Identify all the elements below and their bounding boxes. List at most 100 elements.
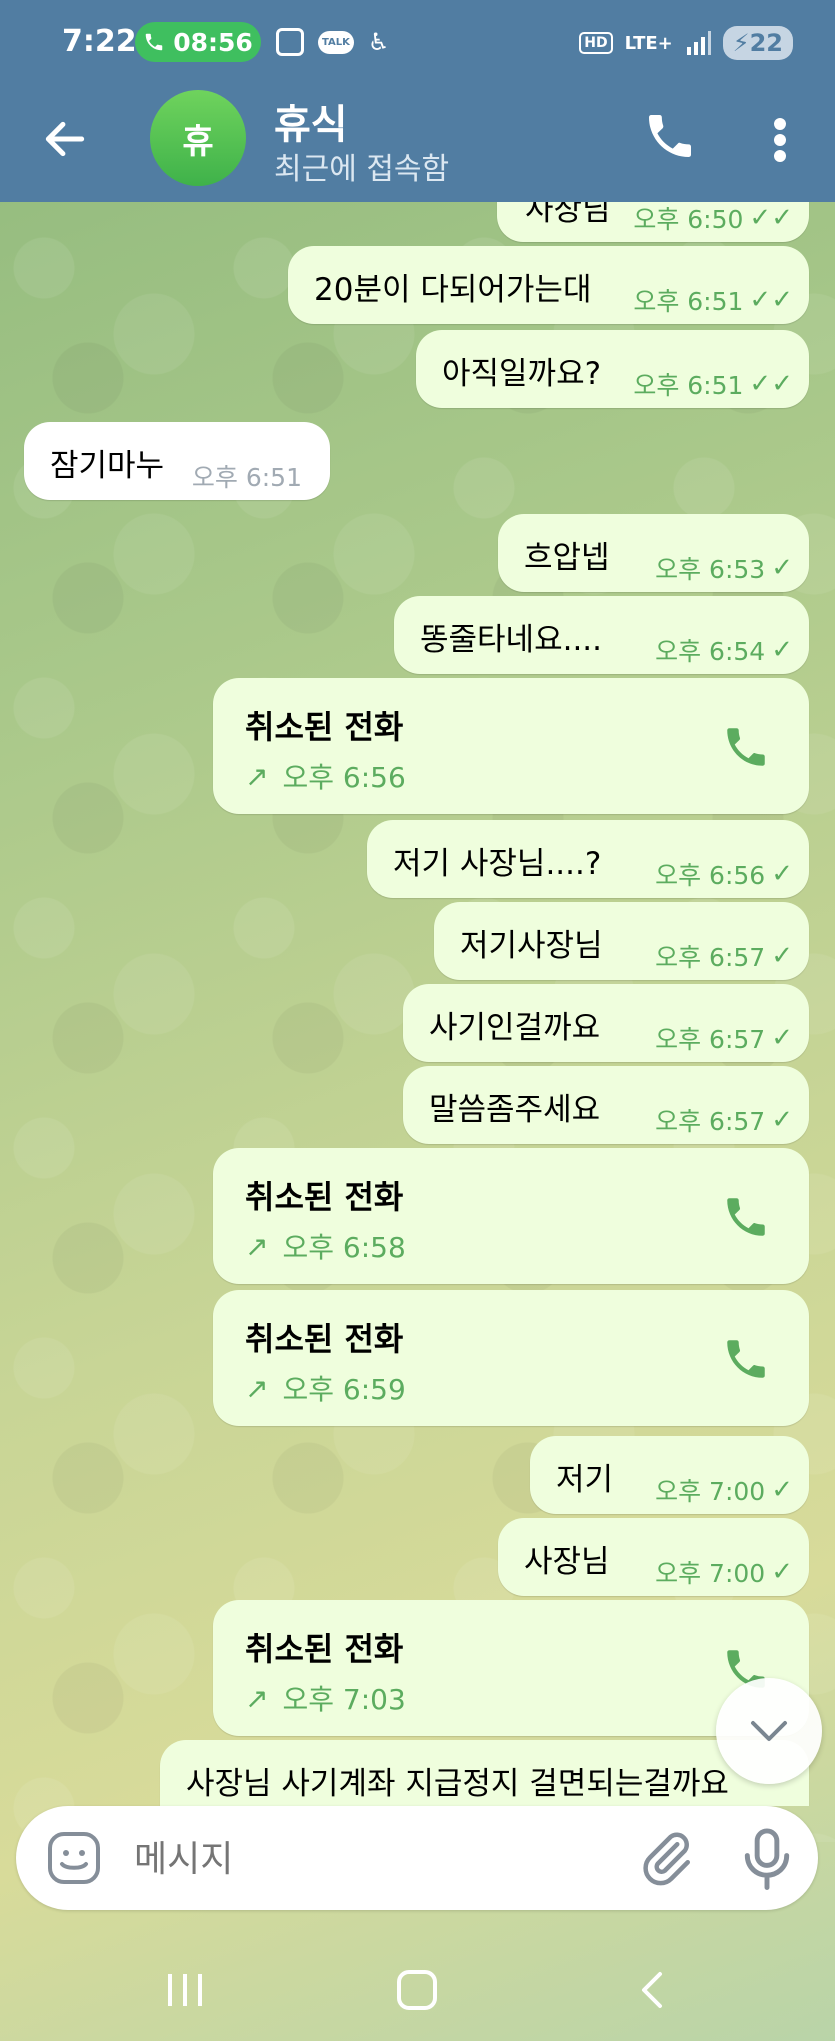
message-time: 오후 6:54 bbox=[655, 637, 766, 666]
read-check-icon: ✓✓ bbox=[749, 285, 793, 315]
message-composer bbox=[16, 1806, 818, 1910]
chat-header: 휴 휴식 최근에 접속함 bbox=[0, 88, 835, 202]
message-input[interactable] bbox=[132, 1830, 616, 1888]
microphone-icon[interactable] bbox=[742, 1826, 792, 1890]
call-meta: ↗ 오후 6:58 bbox=[245, 1226, 406, 1266]
call-duration: 08:56 bbox=[173, 27, 253, 57]
phone-icon[interactable] bbox=[721, 722, 771, 772]
home-button[interactable] bbox=[397, 1970, 437, 2010]
outgoing-arrow-icon: ↗ bbox=[245, 759, 269, 793]
message-time: 오후 7:00 bbox=[655, 1559, 766, 1588]
message-bubble[interactable]: 사장님 오후 7:00 ✓ bbox=[498, 1518, 809, 1596]
message-meta: 오후 6:56 ✓ bbox=[655, 856, 793, 892]
status-bar: 7:22 08:56 TALK ♿ HD LTE+ ⚡22 bbox=[0, 0, 835, 88]
contact-name[interactable]: 휴식 bbox=[274, 92, 348, 150]
message-bubble[interactable]: 사장님 오후 6:50 ✓✓ bbox=[497, 202, 809, 242]
sent-check-icon: ✓ bbox=[771, 1475, 793, 1505]
system-status: HD LTE+ ⚡22 bbox=[579, 26, 793, 60]
network-type: LTE+ bbox=[624, 32, 673, 54]
call-time: 오후 7:03 bbox=[282, 1683, 406, 1716]
sent-check-icon: ✓ bbox=[771, 941, 793, 971]
top-bar: 7:22 08:56 TALK ♿ HD LTE+ ⚡22 휴 휴식 최근에 접… bbox=[0, 0, 835, 202]
screenshot-icon bbox=[276, 28, 304, 56]
message-time: 오후 6:51 bbox=[633, 287, 744, 316]
message-time: 오후 6:51 bbox=[191, 463, 302, 492]
call-title: 취소된 전화 bbox=[245, 1178, 404, 1216]
message-bubble[interactable]: 저기사장님 오후 6:57 ✓ bbox=[434, 902, 809, 980]
call-button[interactable] bbox=[642, 108, 698, 164]
message-bubble[interactable]: 저기 사장님....? 오후 6:56 ✓ bbox=[367, 820, 809, 898]
message-text: 사장님 bbox=[525, 202, 611, 228]
message-text: 사장님 사기계좌 지급정지 걸면되는걸까요 bbox=[186, 1766, 729, 1802]
phone-icon bbox=[145, 33, 163, 51]
message-text: 저기사장님 bbox=[460, 928, 603, 964]
message-text: 저기 사장님....? bbox=[393, 846, 602, 882]
notification-icons: TALK ♿ bbox=[276, 28, 389, 56]
message-meta: 오후 6:51 ✓✓ bbox=[633, 282, 793, 318]
read-check-icon: ✓✓ bbox=[749, 203, 793, 233]
signal-icon bbox=[686, 31, 711, 55]
back-arrow-icon[interactable] bbox=[40, 114, 90, 164]
message-time: 오후 6:57 bbox=[655, 1025, 766, 1054]
message-meta: 오후 6:51 ✓✓ bbox=[633, 366, 793, 402]
message-bubble[interactable]: 사기인걸까요 오후 6:57 ✓ bbox=[403, 984, 809, 1062]
call-bubble[interactable]: 취소된 전화 ↗ 오후 6:59 bbox=[213, 1290, 809, 1426]
message-bubble[interactable]: 아직일까요? 오후 6:51 ✓✓ bbox=[416, 330, 809, 408]
ongoing-call-pill[interactable]: 08:56 bbox=[135, 22, 261, 62]
message-time: 오후 6:57 bbox=[655, 1107, 766, 1136]
read-check-icon: ✓✓ bbox=[749, 369, 793, 399]
message-text: 사장님 bbox=[524, 1544, 610, 1580]
message-text: 말씀좀주세요 bbox=[429, 1092, 601, 1128]
message-meta: 오후 6:50 ✓✓ bbox=[633, 202, 793, 236]
outgoing-arrow-icon: ↗ bbox=[245, 1371, 269, 1405]
system-navigation-bar bbox=[0, 1930, 835, 2041]
message-bubble[interactable]: 말씀좀주세요 오후 6:57 ✓ bbox=[403, 1066, 809, 1144]
call-meta: ↗ 오후 6:59 bbox=[245, 1368, 406, 1408]
call-title: 취소된 전화 bbox=[245, 1320, 404, 1358]
sent-check-icon: ✓ bbox=[771, 859, 793, 889]
message-bubble[interactable]: 똥줄타네요.... 오후 6:54 ✓ bbox=[394, 596, 809, 674]
message-bubble[interactable]: 흐압넵 오후 6:53 ✓ bbox=[498, 514, 809, 592]
recent-apps-button[interactable] bbox=[166, 1972, 204, 2008]
message-text: 똥줄타네요.... bbox=[420, 622, 603, 658]
message-time: 오후 6:56 bbox=[655, 861, 766, 890]
call-time: 오후 6:58 bbox=[282, 1231, 406, 1264]
attach-icon[interactable] bbox=[636, 1828, 696, 1888]
outgoing-arrow-icon: ↗ bbox=[245, 1229, 269, 1263]
message-meta: 오후 6:57 ✓ bbox=[655, 1102, 793, 1138]
avatar-letter: 휴 bbox=[182, 121, 214, 162]
emoji-sticker-icon[interactable] bbox=[46, 1830, 102, 1886]
message-text: 흐압넵 bbox=[524, 540, 610, 576]
sent-check-icon: ✓ bbox=[771, 553, 793, 583]
message-text: 20분이 다되어가는대 bbox=[314, 272, 592, 308]
battery-percent: 22 bbox=[749, 29, 783, 57]
outgoing-arrow-icon: ↗ bbox=[245, 1681, 269, 1715]
chevron-down-icon bbox=[751, 1721, 787, 1741]
accessibility-icon: ♿ bbox=[367, 28, 390, 56]
avatar[interactable]: 휴 bbox=[150, 90, 246, 186]
message-bubble-incoming[interactable]: 잠기마누 오후 6:51 bbox=[24, 422, 330, 500]
call-bubble[interactable]: 취소된 전화 ↗ 오후 6:56 bbox=[213, 678, 809, 814]
scroll-down-button[interactable] bbox=[716, 1678, 822, 1784]
talk-icon: TALK bbox=[318, 30, 354, 54]
message-time: 오후 6:50 bbox=[633, 205, 744, 234]
nav-back-button[interactable] bbox=[636, 1970, 666, 2010]
message-bubble[interactable]: 20분이 다되어가는대 오후 6:51 ✓✓ bbox=[288, 246, 809, 324]
message-bubble[interactable]: 사장님 사기계좌 지급정지 걸면되는걸까요 bbox=[160, 1740, 809, 1806]
more-options-icon[interactable] bbox=[768, 116, 792, 164]
phone-icon[interactable] bbox=[721, 1192, 771, 1242]
call-time: 오후 6:56 bbox=[282, 761, 406, 794]
call-bubble[interactable]: 취소된 전화 ↗ 오후 6:58 bbox=[213, 1148, 809, 1284]
call-time: 오후 6:59 bbox=[282, 1373, 406, 1406]
message-time: 오후 6:57 bbox=[655, 943, 766, 972]
message-text: 잠기마누 bbox=[50, 448, 165, 484]
message-text: 저기 bbox=[556, 1462, 614, 1498]
message-time: 오후 7:00 bbox=[655, 1477, 766, 1506]
message-meta: 오후 6:57 ✓ bbox=[655, 938, 793, 974]
call-title: 취소된 전화 bbox=[245, 708, 404, 746]
message-bubble[interactable]: 저기 오후 7:00 ✓ bbox=[530, 1436, 809, 1514]
phone-icon[interactable] bbox=[721, 1334, 771, 1384]
contact-status: 최근에 접속함 bbox=[274, 152, 450, 187]
hd-voice-icon: HD bbox=[579, 32, 613, 54]
sent-check-icon: ✓ bbox=[771, 1023, 793, 1053]
